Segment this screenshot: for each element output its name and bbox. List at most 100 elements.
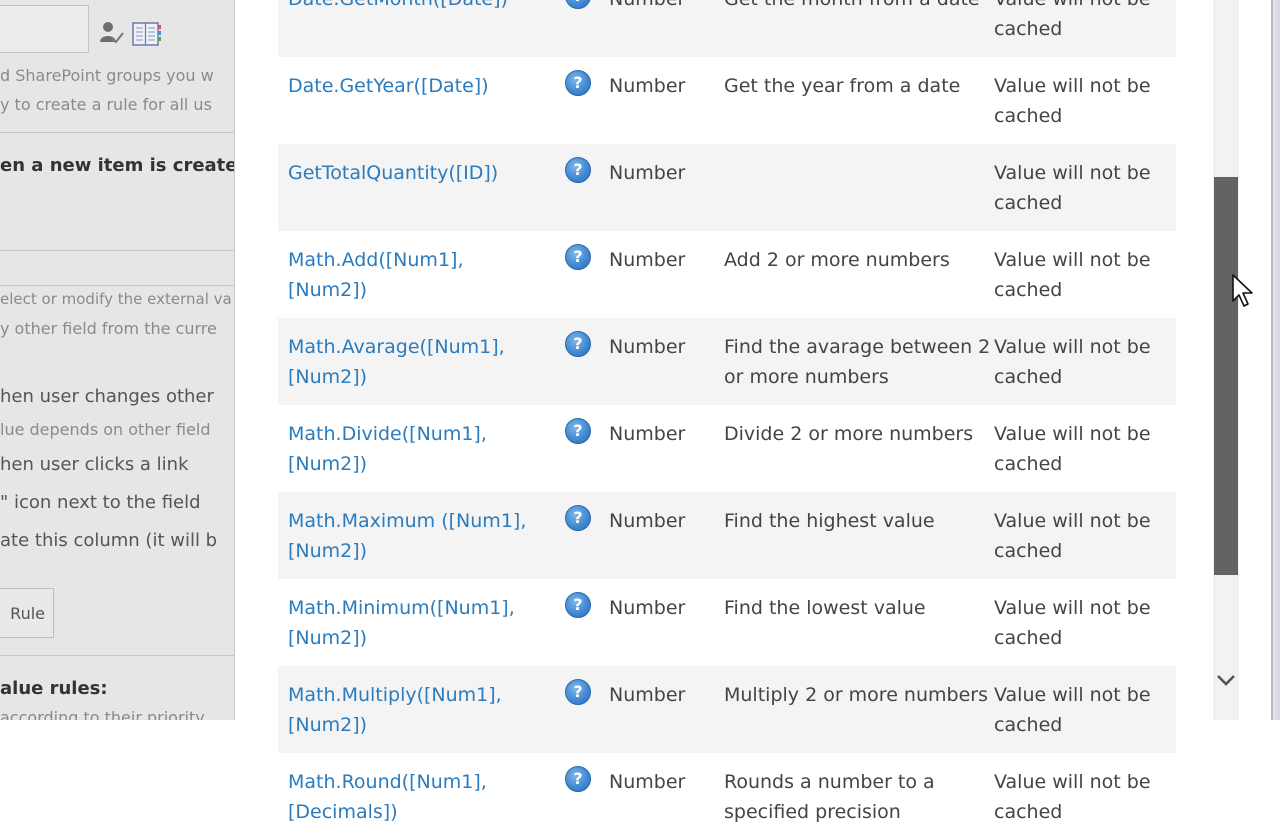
return-type-cell: Number bbox=[609, 684, 686, 706]
return-type-cell: Number bbox=[609, 75, 686, 97]
help-icon[interactable]: ? bbox=[565, 766, 591, 792]
return-type-cell: Number bbox=[609, 771, 686, 793]
function-name-cell: Math.Minimum([Num1], [Num2]) bbox=[278, 594, 548, 653]
help-icon[interactable]: ? bbox=[565, 505, 591, 531]
option-depends-text: lue depends on other field bbox=[0, 420, 211, 439]
function-row: Math.Divide([Num1], [Num2])? Number Divide… bbox=[278, 405, 1176, 492]
return-type-cell: Number bbox=[609, 162, 686, 184]
cache-cell: Value will not be cached bbox=[994, 162, 1151, 214]
divider bbox=[0, 285, 234, 286]
description-cell: Find the lowest value bbox=[724, 597, 926, 619]
help-icon[interactable]: ? bbox=[565, 244, 591, 270]
address-book-icon[interactable] bbox=[132, 22, 162, 46]
function-name-cell: Math.Round([Num1], [Decimals]) bbox=[278, 768, 548, 827]
help-cell: ? bbox=[548, 505, 608, 531]
function-row: Math.Add([Num1], [Num2])? Number Add 2 or … bbox=[278, 231, 1176, 318]
description-cell: Find the highest value bbox=[724, 510, 935, 532]
help-cell: ? bbox=[548, 766, 608, 792]
value-rules-heading: alue rules: bbox=[0, 678, 108, 699]
new-item-heading: en a new item is create bbox=[0, 155, 235, 176]
priority-text: according to their priority bbox=[0, 708, 205, 720]
function-name-cell: Math.Avarage([Num1], [Num2]) bbox=[278, 333, 548, 392]
other-field-text: y other field from the curre bbox=[0, 319, 217, 338]
help-icon[interactable]: ? bbox=[565, 418, 591, 444]
function-link[interactable]: Math.Round([Num1], [Decimals]) bbox=[288, 771, 487, 823]
description-cell: Get the year from a date bbox=[724, 75, 961, 97]
return-type-cell: Number bbox=[609, 249, 686, 271]
function-name-cell: GetTotalQuantity([ID]) bbox=[278, 159, 548, 189]
function-row: Date.GetMonth([Date])? NumberGet the mont… bbox=[278, 0, 1176, 57]
function-row: Math.Maximum ([Num1], [Num2])? Number Find… bbox=[278, 492, 1176, 579]
help-cell: ? bbox=[548, 244, 608, 270]
option-clicks-link[interactable]: hen user clicks a link bbox=[0, 454, 189, 475]
help-cell: ? bbox=[548, 679, 608, 705]
cache-cell: Value will not be cached bbox=[994, 336, 1151, 388]
function-name-cell: Date.GetYear([Date]) bbox=[278, 72, 548, 102]
function-link[interactable]: Math.Divide([Num1], [Num2]) bbox=[288, 423, 487, 475]
function-link[interactable]: GetTotalQuantity([ID]) bbox=[288, 162, 498, 184]
cache-cell: Value will not be cached bbox=[994, 510, 1151, 562]
return-type-cell: Number bbox=[609, 336, 686, 358]
function-name-cell: Math.Maximum ([Num1], [Num2]) bbox=[278, 507, 548, 566]
function-link[interactable]: Date.GetMonth([Date]) bbox=[288, 0, 508, 10]
description-cell: Find the avarage between 2 or more numbe… bbox=[724, 336, 991, 388]
return-type-cell: Number bbox=[608, 0, 724, 15]
function-row: GetTotalQuantity([ID])? Number Value will … bbox=[278, 144, 1176, 231]
function-name-cell: Date.GetMonth([Date]) bbox=[278, 0, 548, 15]
function-link[interactable]: Math.Add([Num1], [Num2]) bbox=[288, 249, 463, 301]
help-icon[interactable]: ? bbox=[565, 679, 591, 705]
cache-cell: Value will not be cached bbox=[994, 75, 1151, 127]
function-name-cell: Math.Add([Num1], [Num2]) bbox=[278, 246, 548, 305]
chevron-down-icon bbox=[1217, 675, 1235, 686]
help-cell: ? bbox=[548, 0, 608, 9]
people-picker-input[interactable] bbox=[0, 5, 89, 53]
people-check-icon[interactable] bbox=[98, 20, 124, 46]
description-cell: Divide 2 or more numbers bbox=[724, 423, 974, 445]
cache-cell: Value will not be cached bbox=[994, 771, 1151, 823]
description-cell: Add 2 or more numbers bbox=[724, 249, 950, 271]
divider bbox=[0, 132, 234, 133]
cache-cell: Value will not be cached bbox=[994, 249, 1151, 301]
function-link[interactable]: Math.Multiply([Num1], [Num2]) bbox=[288, 684, 502, 736]
function-row: Math.Round([Num1], [Decimals])? Number Rou… bbox=[278, 753, 1176, 840]
scroll-down-button[interactable] bbox=[1214, 668, 1238, 692]
option-update-column[interactable]: ate this column (it will b bbox=[0, 530, 217, 551]
description-cell: Multiply 2 or more numbers bbox=[724, 684, 988, 706]
function-row: Math.Multiply([Num1], [Num2])? Number Mult… bbox=[278, 666, 1176, 753]
function-name-cell: Math.Divide([Num1], [Num2]) bbox=[278, 420, 548, 479]
help-icon[interactable]: ? bbox=[565, 157, 591, 183]
help-icon[interactable]: ? bbox=[565, 70, 591, 96]
function-row: Math.Minimum([Num1], [Num2])? Number Find … bbox=[278, 579, 1176, 666]
help-cell: ? bbox=[548, 157, 608, 183]
function-link[interactable]: Math.Maximum ([Num1], [Num2]) bbox=[288, 510, 526, 562]
divider bbox=[0, 250, 234, 251]
function-link[interactable]: Math.Minimum([Num1], [Num2]) bbox=[288, 597, 515, 649]
help-cell: ? bbox=[548, 592, 608, 618]
groups-help-text: d SharePoint groups you w bbox=[0, 66, 214, 85]
help-icon[interactable]: ? bbox=[565, 592, 591, 618]
function-link[interactable]: Math.Avarage([Num1], [Num2]) bbox=[288, 336, 505, 388]
cache-cell: Value will not be cached bbox=[994, 684, 1151, 736]
help-cell: ? bbox=[548, 70, 608, 96]
external-value-text: elect or modify the external va bbox=[0, 290, 232, 308]
cache-cell: Value will not be cached bbox=[994, 423, 1151, 475]
function-link[interactable]: Date.GetYear([Date]) bbox=[288, 75, 489, 97]
rule-help-text: y to create a rule for all us bbox=[0, 95, 212, 114]
functions-table: Date.GetMonth([Date])?NumberGet the mont… bbox=[278, 0, 1176, 840]
return-type-cell: Number bbox=[609, 423, 686, 445]
return-type-cell: Number bbox=[609, 510, 686, 532]
help-icon[interactable]: ? bbox=[565, 331, 591, 357]
help-icon[interactable]: ? bbox=[565, 0, 591, 9]
description-cell: Rounds a number to a specified precision bbox=[724, 771, 935, 823]
option-icon-next: " icon next to the field bbox=[0, 492, 201, 513]
option-user-changes[interactable]: hen user changes other bbox=[0, 386, 214, 407]
function-name-cell: Math.Multiply([Num1], [Num2]) bbox=[278, 681, 548, 740]
add-rule-button[interactable]: Rule bbox=[0, 588, 54, 638]
scrollbar-thumb[interactable] bbox=[1214, 177, 1238, 575]
background-page: d SharePoint groups you w y to create a … bbox=[0, 0, 235, 720]
functions-dialog: Date.GetMonth([Date])?NumberGet the mont… bbox=[235, 0, 1271, 823]
function-row: Date.GetYear([Date])? Number Get the year … bbox=[278, 57, 1176, 144]
description-cell: Get the month from a date bbox=[724, 0, 994, 15]
cache-cell: Value will not be cached bbox=[994, 597, 1151, 649]
help-cell: ? bbox=[548, 418, 608, 444]
